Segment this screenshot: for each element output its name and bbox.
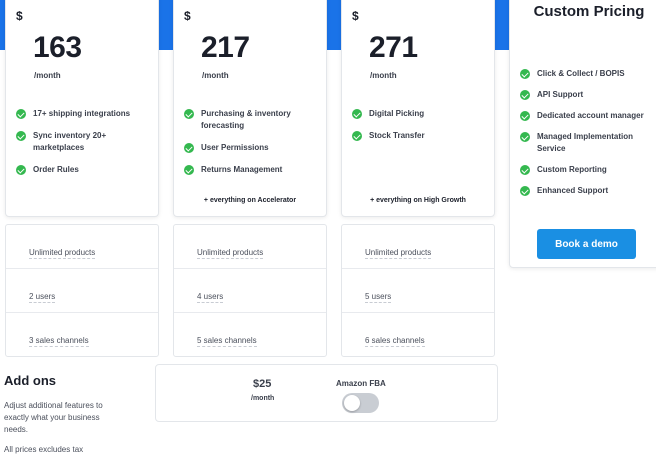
plan-header-band <box>494 0 510 50</box>
limit-row: 6 sales channels <box>342 313 494 357</box>
check-circle-icon <box>16 165 26 175</box>
toggle-knob <box>344 395 360 411</box>
plan-price: 271 <box>369 31 418 64</box>
plan-card-3: $ 271 /month Digital Picking Stock Trans… <box>341 0 495 217</box>
feature-label: Click & Collect / BOPIS <box>537 69 625 78</box>
limit-products: Unlimited products <box>197 248 264 259</box>
feature-item: User Permissions <box>184 142 314 154</box>
addon-name: Amazon FBA <box>336 379 386 388</box>
limit-products: Unlimited products <box>365 248 432 259</box>
check-circle-icon <box>520 111 530 121</box>
plan-limits-1: Unlimited products 2 users 3 sales chann… <box>5 224 159 357</box>
feature-label: API Support <box>537 90 584 99</box>
plan-price: 163 <box>33 31 82 64</box>
limit-users: 5 users <box>365 292 392 303</box>
feature-label: 17+ shipping integrations <box>33 109 131 118</box>
feature-item: Click & Collect / BOPIS <box>520 68 656 80</box>
addon-card-amazon-fba: $25 /month Amazon FBA <box>155 364 498 422</box>
limit-row: Unlimited products <box>174 225 326 269</box>
plan-card-1: $ 163 /month 17+ shipping integrations S… <box>5 0 159 217</box>
check-circle-icon <box>352 109 362 119</box>
addons-title: Add ons <box>4 373 56 388</box>
limit-products: Unlimited products <box>29 248 96 259</box>
check-circle-icon <box>16 131 26 141</box>
limit-sales-channels: 5 sales channels <box>197 336 257 347</box>
check-circle-icon <box>520 186 530 196</box>
feature-item: Returns Management <box>184 164 314 176</box>
limit-row: 4 users <box>174 269 326 313</box>
plan-limits-3: Unlimited products 5 users 6 sales chann… <box>341 224 495 357</box>
limit-row: Unlimited products <box>342 225 494 269</box>
plan-limits-2: Unlimited products 4 users 5 sales chann… <box>173 224 327 357</box>
enterprise-card: Custom Pricing Click & Collect / BOPIS A… <box>509 0 656 268</box>
feature-item: API Support <box>520 89 656 101</box>
feature-label: User Permissions <box>201 143 269 152</box>
check-circle-icon <box>520 165 530 175</box>
price-period: /month <box>370 71 397 80</box>
feature-list: Purchasing & inventory forecasting User … <box>184 108 314 186</box>
feature-label: Returns Management <box>201 165 283 174</box>
limit-row: 2 users <box>6 269 158 313</box>
limit-sales-channels: 3 sales channels <box>29 336 89 347</box>
currency-symbol: $ <box>184 9 191 23</box>
limit-sales-channels: 6 sales channels <box>365 336 425 347</box>
feature-list: Click & Collect / BOPIS API Support Dedi… <box>520 68 656 206</box>
check-circle-icon <box>520 90 530 100</box>
feature-label: Managed Implementation Service <box>537 132 634 153</box>
tax-note: All prices excludes tax <box>4 445 84 454</box>
feature-item: Digital Picking <box>352 108 482 120</box>
check-circle-icon <box>16 109 26 119</box>
check-circle-icon <box>184 143 194 153</box>
price-period: /month <box>34 71 61 80</box>
feature-item: Order Rules <box>16 164 146 176</box>
addon-price-period: /month <box>251 395 275 402</box>
limit-users: 4 users <box>197 292 224 303</box>
check-circle-icon <box>520 132 530 142</box>
feature-item: Dedicated account manager <box>520 110 656 122</box>
addon-price: $25 <box>253 378 272 390</box>
feature-item: Stock Transfer <box>352 130 482 142</box>
feature-label: Stock Transfer <box>369 131 425 140</box>
addons-description: Adjust additional features to exactly wh… <box>4 401 103 434</box>
feature-item: Enhanced Support <box>520 185 656 197</box>
includes-previous-note: + everything on High Growth <box>370 197 466 204</box>
feature-item: Sync inventory 20+ marketplaces <box>16 130 146 154</box>
feature-list: Digital Picking Stock Transfer <box>352 108 482 152</box>
includes-previous-note: + everything on Accelerator <box>203 197 297 204</box>
plan-header-band <box>158 0 174 50</box>
feature-label: Enhanced Support <box>537 186 609 195</box>
feature-item: Custom Reporting <box>520 164 656 176</box>
limit-row: Unlimited products <box>6 225 158 269</box>
limit-row: 5 sales channels <box>174 313 326 357</box>
check-circle-icon <box>184 109 194 119</box>
feature-label: Order Rules <box>33 165 79 174</box>
plan-card-2: $ 217 /month Purchasing & inventory fore… <box>173 0 327 217</box>
plan-header-band <box>326 0 342 50</box>
feature-label: Dedicated account manager <box>537 111 644 120</box>
feature-item: Purchasing & inventory forecasting <box>184 108 314 132</box>
currency-symbol: $ <box>352 9 359 23</box>
currency-symbol: $ <box>16 9 23 23</box>
limit-users: 2 users <box>29 292 56 303</box>
feature-item: 17+ shipping integrations <box>16 108 146 120</box>
feature-list: 17+ shipping integrations Sync inventory… <box>16 108 146 186</box>
limit-row: 5 users <box>342 269 494 313</box>
feature-label: Custom Reporting <box>537 165 607 174</box>
enterprise-title: Custom Pricing <box>533 3 645 20</box>
feature-label: Sync inventory 20+ marketplaces <box>33 131 107 152</box>
limit-row: 3 sales channels <box>6 313 158 357</box>
check-circle-icon <box>352 131 362 141</box>
amazon-fba-toggle[interactable] <box>342 393 379 413</box>
check-circle-icon <box>184 165 194 175</box>
feature-item: Managed Implementation Service <box>520 131 656 155</box>
feature-label: Digital Picking <box>369 109 425 118</box>
price-period: /month <box>202 71 229 80</box>
feature-label: Purchasing & inventory forecasting <box>201 109 291 130</box>
plan-price: 217 <box>201 31 250 64</box>
book-demo-button[interactable]: Book a demo <box>537 229 636 259</box>
check-circle-icon <box>520 69 530 79</box>
